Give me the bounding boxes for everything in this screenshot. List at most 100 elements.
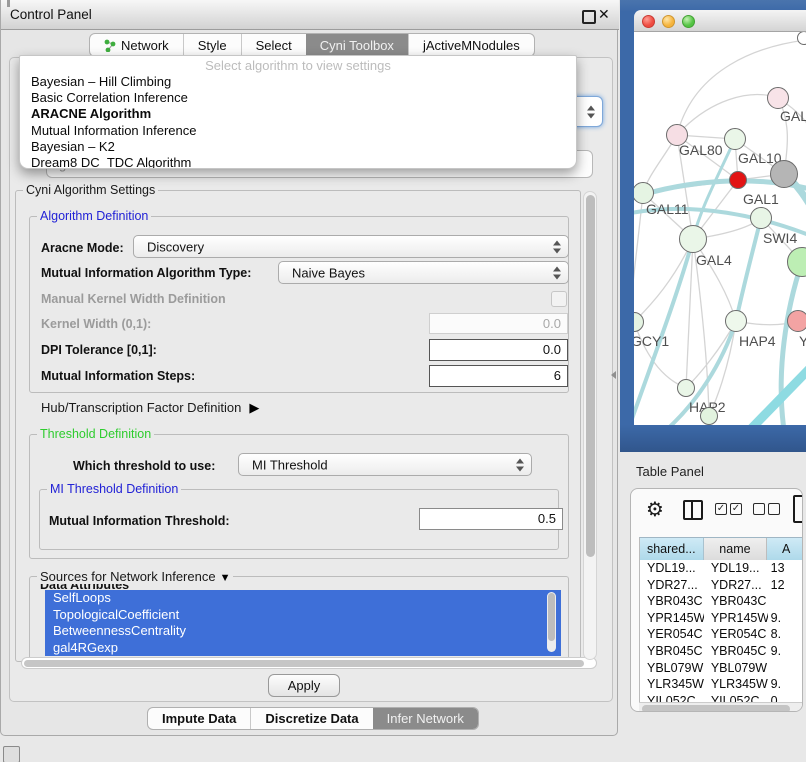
table-header-row: shared...nameA — [640, 538, 803, 560]
minimize-traffic-light-icon[interactable] — [662, 15, 675, 28]
network-edge[interactable] — [634, 322, 686, 388]
dpi-tolerance-label: DPI Tolerance [0,1]: — [41, 343, 157, 357]
tab-style[interactable]: Style — [183, 34, 241, 56]
network-node[interactable] — [797, 32, 806, 45]
column-header-A[interactable]: A — [767, 538, 803, 560]
checked-box-icon[interactable]: ✓ — [730, 503, 742, 515]
screen: Control Panel ✕ Network Style SelectCyni T… — [0, 0, 806, 762]
scrollbar-thumb[interactable] — [24, 660, 584, 667]
network-node-hap4[interactable] — [725, 310, 747, 332]
column-header-name[interactable]: name — [704, 538, 768, 560]
tab-infer-network[interactable]: Infer Network — [373, 708, 478, 729]
attribute-list-item[interactable]: BetweennessCentrality — [45, 623, 561, 640]
settings-vertical-scrollbar[interactable] — [583, 191, 597, 660]
network-edge[interactable] — [746, 362, 806, 425]
network-edge[interactable] — [634, 239, 693, 425]
sources-group-title[interactable]: Sources for Network Inference▼ — [37, 569, 233, 584]
algorithm-option[interactable]: Bayesian – K2 — [20, 139, 576, 155]
scrollbar-thumb[interactable] — [548, 593, 555, 641]
close-icon[interactable]: ✕ — [598, 6, 610, 23]
table-cell: YBR045C — [640, 643, 704, 660]
combo-spinner-icon — [553, 266, 561, 279]
titlebar-fragment — [7, 0, 10, 7]
which-threshold-label: Which threshold to use: — [73, 459, 215, 473]
algorithm-option[interactable]: Mutual Information Inference — [20, 123, 576, 139]
float-window-icon[interactable] — [582, 10, 596, 24]
tab-select[interactable]: Select — [241, 34, 306, 56]
table-row[interactable]: YBR045CYBR045C9. — [640, 643, 803, 660]
zoom-traffic-light-icon[interactable] — [682, 15, 695, 28]
apply-button[interactable]: Apply — [268, 674, 340, 697]
attributes-list-scrollbar[interactable] — [547, 592, 556, 652]
manual-kernel-label: Manual Kernel Width Definition — [41, 292, 226, 306]
manual-kernel-checkbox[interactable] — [551, 291, 567, 307]
dpi-tolerance-field[interactable]: 0.0 — [429, 339, 568, 361]
tab-network[interactable]: Network — [90, 34, 183, 56]
algorithm-option[interactable]: Bayesian – Hill Climbing — [20, 74, 576, 90]
column-header-shared...[interactable]: shared... — [640, 538, 704, 560]
network-edge[interactable] — [736, 218, 761, 321]
network-node-swi4[interactable] — [750, 207, 772, 229]
table-row[interactable]: YPR145WYPR145W9. — [640, 610, 803, 627]
algorithm-option[interactable]: Basic Correlation Inference — [20, 90, 576, 106]
table-row[interactable]: YLR345WYLR345W9. — [640, 676, 803, 693]
checked-box-icon[interactable]: ✓ — [715, 503, 727, 515]
attribute-list-item[interactable]: TopologicalCoefficient — [45, 607, 561, 624]
network-window-titlebar[interactable] — [634, 10, 806, 32]
table-row[interactable]: YBL079WYBL079W — [640, 660, 803, 677]
split-columns-icon[interactable] — [683, 500, 703, 520]
network-node[interactable] — [700, 407, 718, 425]
tab-impute-data[interactable]: Impute Data — [148, 708, 250, 729]
network-node[interactable] — [770, 160, 798, 188]
tab-label: Style — [198, 38, 227, 53]
settings-horizontal-scrollbar[interactable] — [21, 657, 597, 669]
network-node-gal4[interactable] — [679, 225, 707, 253]
mi-threshold-label: Mutual Information Threshold: — [49, 514, 230, 528]
table-cell: 9. — [768, 610, 803, 627]
table-row[interactable]: YER054CYER054C8. — [640, 626, 803, 643]
document-icon[interactable] — [793, 495, 803, 523]
unchecked-box-icon[interactable] — [753, 503, 765, 515]
network-node-hap2[interactable] — [677, 379, 695, 397]
network-edge[interactable] — [634, 239, 693, 322]
attribute-list-item[interactable]: SelfLoops — [45, 590, 561, 607]
panel-splitter-arrow[interactable] — [611, 371, 616, 379]
tab-discretize-data[interactable]: Discretize Data — [250, 708, 372, 729]
scrollbar-thumb[interactable] — [586, 195, 595, 557]
attribute-list-item[interactable]: gal4RGexp — [45, 640, 561, 657]
table-cell: YER054C — [704, 626, 768, 643]
table-row[interactable]: YDL19...YDL19...13 — [640, 560, 803, 577]
which-threshold-value: MI Threshold — [252, 457, 328, 472]
mi-type-combobox[interactable]: Naive Bayes — [278, 261, 569, 284]
network-canvas[interactable]: GALGAL80GAL10GAL1GAL11SWI4GAL4GCY1HAP4YH… — [634, 32, 806, 425]
close-traffic-light-icon[interactable] — [642, 15, 655, 28]
gear-icon[interactable]: ⚙ — [646, 497, 664, 522]
algorithm-option[interactable]: Dream8 DC_TDC Algorithm — [20, 155, 576, 169]
unchecked-box-icon[interactable] — [768, 503, 780, 515]
table-toolbar: ⚙ ✓ ✓ — [631, 489, 802, 535]
kernel-width-field[interactable]: 0.0 — [429, 313, 568, 334]
network-node-gal[interactable] — [767, 87, 789, 109]
hub-definition-toggle[interactable]: Hub/Transcription Factor Definition▶ — [41, 400, 259, 416]
table-row[interactable]: YBR043CYBR043C — [640, 593, 803, 610]
algorithm-option[interactable]: ARACNE Algorithm — [20, 106, 576, 122]
combo-spinner-icon — [553, 240, 561, 253]
mi-steps-field[interactable]: 6 — [429, 365, 568, 387]
mi-threshold-field[interactable]: 0.5 — [419, 508, 563, 530]
aracne-mode-value: Discovery — [147, 239, 204, 254]
table-panel-title: Table Panel — [636, 464, 704, 479]
tab-cyni-toolbox[interactable]: Cyni Toolbox — [306, 34, 408, 56]
minimized-panel-icon[interactable] — [3, 746, 20, 762]
table-cell — [768, 660, 803, 677]
table-row[interactable]: YDR27...YDR27...12 — [640, 577, 803, 594]
table-cell: 12 — [768, 577, 803, 594]
table-horizontal-scrollbar[interactable] — [639, 702, 802, 712]
tab-jactivemnodules[interactable]: jActiveMNodules — [408, 34, 534, 56]
which-threshold-combobox[interactable]: MI Threshold — [238, 453, 532, 476]
network-node-y[interactable] — [787, 310, 806, 332]
aracne-mode-combobox[interactable]: Discovery — [133, 235, 569, 258]
network-node-gal1[interactable] — [729, 171, 747, 189]
scrollbar-thumb[interactable] — [642, 705, 790, 713]
network-node-gal10[interactable] — [724, 128, 746, 150]
control-panel-titlebar[interactable]: Control Panel ✕ — [1, 0, 619, 30]
